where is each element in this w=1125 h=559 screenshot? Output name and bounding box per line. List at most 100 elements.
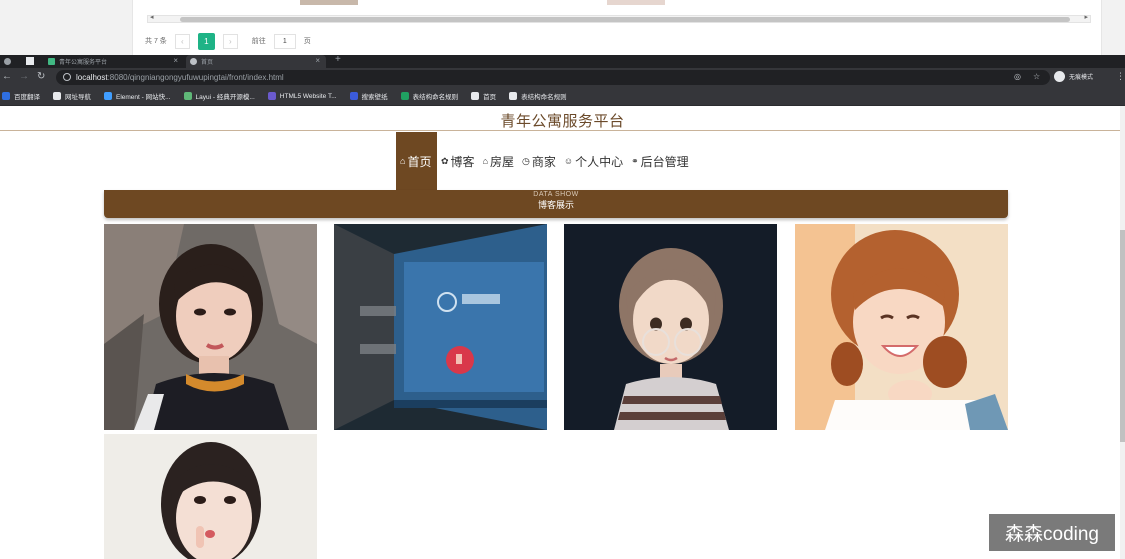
bookmark-item[interactable]: 百度翻译 [2, 91, 40, 101]
nav-item-merchant[interactable]: ◷ 商家 [518, 132, 560, 190]
bookmark-star-icon[interactable]: ☆ [1033, 72, 1040, 81]
blog-image-2[interactable] [334, 224, 547, 430]
title-divider [0, 130, 1125, 131]
scroll-left-icon[interactable]: ◂ [150, 13, 154, 21]
main-nav: ⌂ 首页 ✿ 博客 ⌂ 房屋 ◷ 商家 ☺ 个人中心 ⚭ 后台管理 [396, 132, 693, 190]
pager-current-page[interactable]: 1 [197, 32, 215, 50]
browser-tab-bar: 青年公寓服务平台 × 首页 × + [0, 54, 1125, 68]
bookmark-label: 百度翻译 [14, 94, 40, 101]
house-icon: ⌂ [482, 156, 488, 166]
blog-image-4[interactable] [795, 224, 1008, 430]
admin-window: ◂ ▸ 共 7 条 ‹ 1 › 前往 1 页 [0, 0, 1125, 55]
tab-close-icon[interactable]: × [315, 56, 320, 65]
bookmark-icon [104, 92, 112, 100]
bookmark-icon [53, 92, 61, 100]
bookmark-label: 表结构命名规则 [412, 94, 459, 101]
site-title: 青年公寓服务平台 [500, 113, 625, 130]
section-title-en: DATA SHOW [533, 191, 579, 198]
url-text[interactable]: localhost:8080/qingniangongyufuwupingtai… [76, 73, 284, 82]
scrollbar-thumb[interactable] [180, 17, 1070, 22]
nav-label: 后台管理 [640, 154, 689, 169]
bookmark-label: 首页 [483, 94, 497, 101]
blog-image-5[interactable] [104, 434, 317, 559]
bookmark-label: Element - 网站快... [116, 94, 171, 101]
merchant-icon: ◷ [522, 155, 530, 166]
nav-item-home[interactable]: ⌂ 首页 [396, 132, 437, 190]
bookmark-label: 表结构命名规则 [521, 94, 567, 101]
nav-item-blog[interactable]: ✿ 博客 [437, 132, 479, 190]
pager-total: 共 7 条 [145, 38, 167, 45]
bookmark-item[interactable]: HTML5 Website T... [267, 92, 337, 100]
globe-favicon-icon [190, 58, 197, 65]
watermark: 森森coding [989, 514, 1115, 551]
blog-image-3[interactable] [564, 224, 777, 430]
pager-page-suffix: 页 [303, 38, 311, 45]
horizontal-scrollbar[interactable]: ◂ ▸ [147, 13, 1091, 23]
bookmark-label: HTML5 Website T... [279, 92, 337, 100]
incognito-eye-icon[interactable]: ◎ [1014, 72, 1021, 81]
scroll-right-icon[interactable]: ▸ [1084, 13, 1088, 21]
site-info-icon[interactable] [63, 73, 71, 81]
new-tab-button[interactable]: + [335, 54, 341, 65]
bookmark-icon [349, 92, 358, 100]
tab-search-icon[interactable] [26, 57, 34, 65]
chrome-menu-icon[interactable] [4, 58, 11, 65]
blog-image-1[interactable] [104, 224, 317, 430]
bookmark-icon [471, 92, 480, 100]
nav-item-admin[interactable]: ⚭ 后台管理 [627, 132, 693, 190]
bookmark-item[interactable]: Element - 网站快... [104, 91, 171, 101]
profile-button[interactable]: 无痕模式 [1054, 71, 1093, 82]
page-scrollbar-thumb[interactable] [1120, 230, 1125, 442]
address-bar[interactable]: localhost:8080/qingniangongyufuwupingtai… [56, 70, 1050, 85]
more-menu-icon[interactable]: ⋮ [1116, 71, 1125, 82]
bookmark-label: 搜索壁纸 [361, 94, 388, 101]
bookmark-icon [183, 92, 192, 100]
table-thumbnail [607, 0, 665, 5]
incognito-avatar-icon [1054, 71, 1065, 82]
bookmark-item[interactable]: 网址导航 [53, 91, 91, 101]
bookmark-icon [2, 92, 10, 100]
forward-icon[interactable]: → [19, 71, 29, 82]
reload-icon[interactable]: ↻ [37, 71, 45, 82]
blog-icon: ✿ [441, 155, 449, 166]
nav-label: 房屋 [490, 154, 515, 169]
tab-label: 青年公寓服务平台 [59, 60, 108, 66]
bookmark-item[interactable]: Layui - 经典开源模... [183, 91, 255, 101]
bookmark-label: 网址导航 [65, 94, 91, 101]
pager-prev-button[interactable]: ‹ [174, 33, 190, 49]
bookmark-item[interactable]: 表结构命名规则 [400, 91, 459, 101]
nav-label: 个人中心 [575, 154, 624, 169]
home-icon: ⌂ [400, 156, 406, 166]
admin-icon: ⚭ [631, 155, 639, 166]
bookmark-label: Layui - 经典开源模... [195, 94, 255, 101]
nav-label: 商家 [531, 154, 556, 169]
bookmark-item[interactable]: 表结构命名规则 [509, 91, 567, 101]
screen: ◂ ▸ 共 7 条 ‹ 1 › 前往 1 页 青年公寓服务平台 × 首页 × +… [0, 0, 1125, 559]
pager-goto-input[interactable]: 1 [273, 33, 296, 49]
browser-toolbar: ← → ↻ localhost:8080/qingniangongyufuwup… [0, 68, 1125, 87]
tab-label: 首页 [201, 60, 214, 66]
nav-item-profile[interactable]: ☺ 个人中心 [560, 132, 627, 190]
nav-item-house[interactable]: ⌂ 房屋 [479, 132, 518, 190]
bookmark-item[interactable]: 搜索壁纸 [349, 91, 388, 101]
vue-favicon-icon [48, 58, 55, 65]
back-icon[interactable]: ← [2, 71, 12, 82]
pagination: 共 7 条 ‹ 1 › 前往 1 页 [145, 32, 311, 50]
section-title-cn: 博客展示 [537, 200, 574, 210]
web-page: 青年公寓服务平台 ⌂ 首页 ✿ 博客 ⌂ 房屋 ◷ 商家 ☺ 个人中心 ⚭ 后台管理 DATA SHO… [0, 106, 1125, 559]
nav-label: 博客 [450, 154, 475, 169]
profile-label: 无痕模式 [1069, 75, 1094, 81]
nav-label: 首页 [407, 154, 432, 169]
tab-close-icon[interactable]: × [173, 56, 178, 65]
pager-goto-label: 前往 [251, 38, 266, 45]
tab-home[interactable]: 首页 × [186, 55, 326, 68]
pager-next-button[interactable]: › [222, 33, 238, 49]
bookmark-icon [267, 92, 276, 100]
bookmarks-bar: 百度翻译 网址导航 Element - 网站快... Layui - 经典开源模...… [0, 87, 1125, 106]
bookmark-item[interactable]: 首页 [471, 91, 496, 101]
section-banner: DATA SHOW 博客展示 [104, 190, 1008, 218]
admin-table-panel: ◂ ▸ 共 7 条 ‹ 1 › 前往 1 页 [132, 0, 1102, 55]
tab-admin[interactable]: 青年公寓服务平台 × [44, 55, 184, 68]
table-thumbnail [300, 0, 358, 5]
bookmark-icon [509, 92, 518, 100]
